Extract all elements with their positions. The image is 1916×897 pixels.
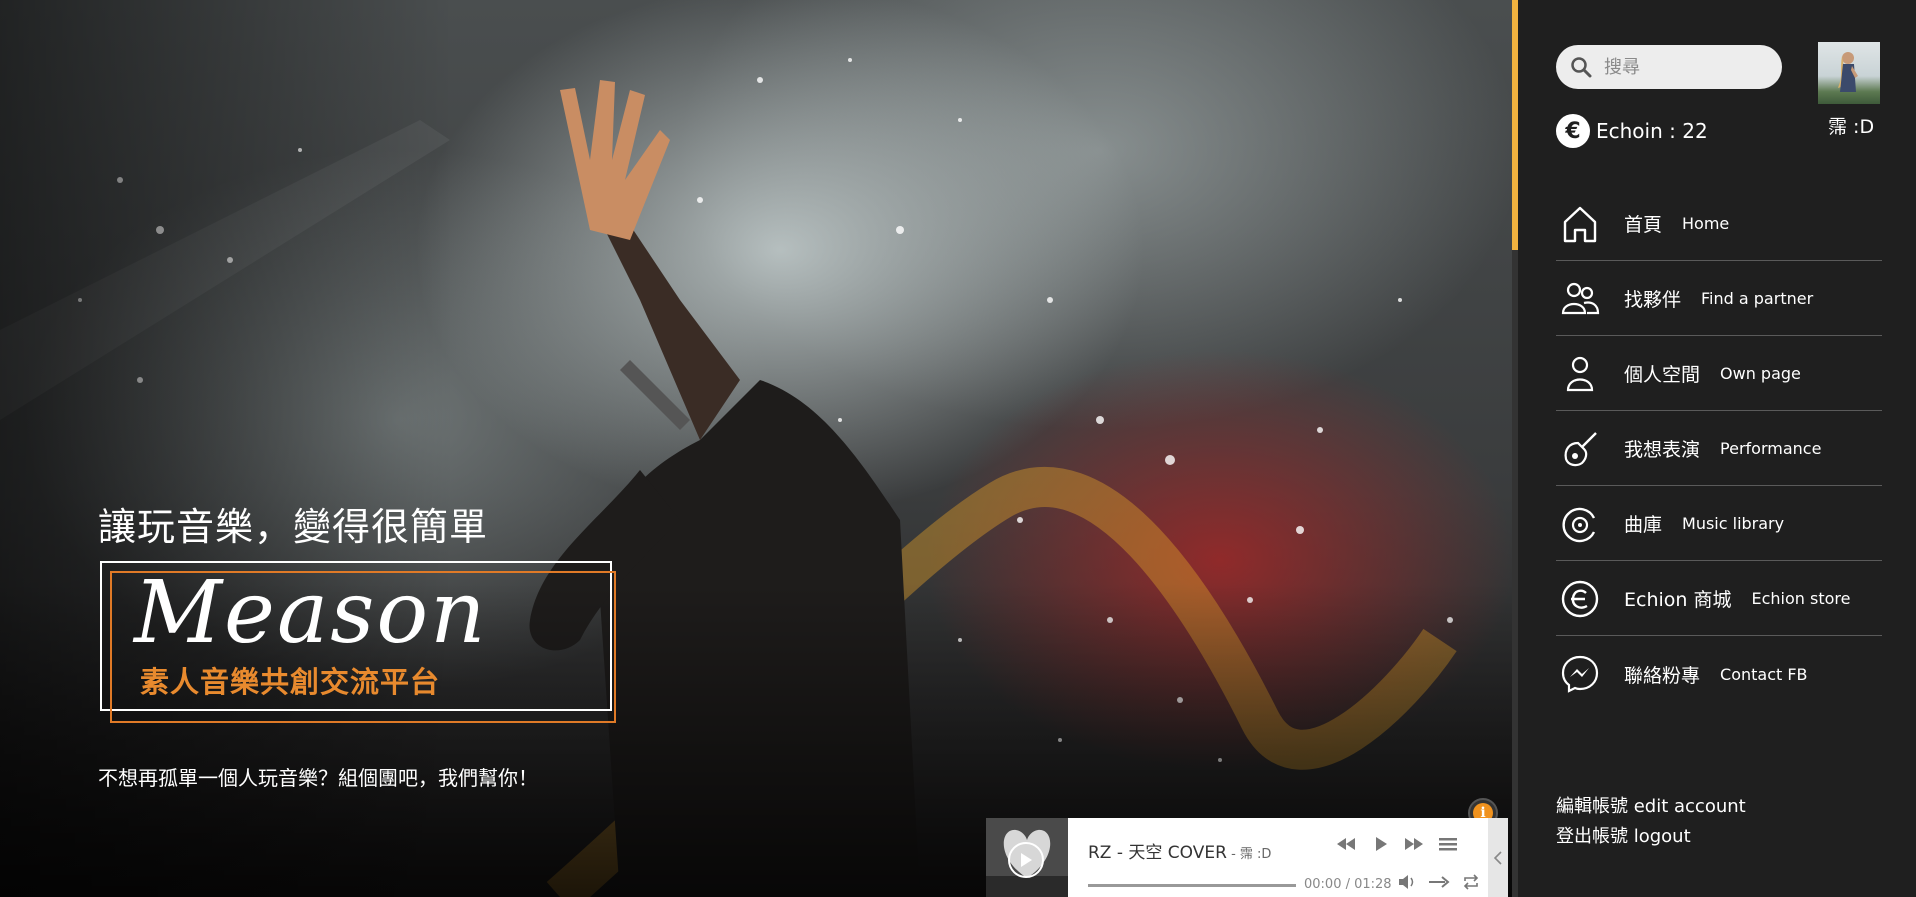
nav-item-home[interactable]: 首頁 Home (1556, 187, 1882, 261)
album-thumbnail[interactable] (986, 818, 1068, 897)
nav-partner-en: Find a partner (1701, 289, 1814, 308)
username[interactable]: 霈 :D (1828, 112, 1874, 139)
nav-store-zh: Echion 商城 (1624, 589, 1732, 611)
nav-item-find-partner[interactable]: 找夥伴 Find a partner (1556, 262, 1882, 336)
home-icon (1558, 202, 1602, 246)
volume-icon[interactable] (1398, 874, 1416, 890)
account-links: 編輯帳號 edit account 登出帳號 logout (1556, 792, 1746, 852)
nav-performance-zh: 我想表演 (1624, 439, 1701, 461)
search-box[interactable] (1556, 45, 1782, 89)
person-icon (1558, 352, 1602, 396)
search-icon[interactable] (1570, 56, 1592, 78)
hero-heading: 讓玩音樂，變得很簡單 (98, 505, 489, 549)
nav-item-own-page[interactable]: 個人空間 Own page (1556, 337, 1882, 411)
sidebar: € Echoin : 22 霈 :D 首頁 Home 找夥伴 Find a pa… (1512, 0, 1916, 897)
echoin-label: Echoin : 22 (1596, 119, 1708, 143)
time-display: 00:00 / 01:28 (1304, 877, 1392, 892)
player-collapse-button[interactable] (1488, 818, 1508, 897)
coin-icon (1558, 577, 1602, 621)
edit-account-link[interactable]: 編輯帳號 edit account (1556, 792, 1746, 822)
logout-link[interactable]: 登出帳號 logout (1556, 822, 1746, 852)
music-player: RZ - 天空 COVER - 霈 :D 00:00 / 01:28 (986, 818, 1508, 897)
echoin-coin-icon: € (1556, 114, 1590, 148)
echoin-balance: € Echoin : 22 (1556, 114, 1708, 148)
progress-bar[interactable] (1088, 884, 1296, 887)
nav-partner-zh: 找夥伴 (1624, 289, 1682, 311)
meason-logo: Meason 素人音樂共創交流平台 (100, 561, 616, 723)
nav-own-en: Own page (1720, 364, 1801, 383)
repeat-icon[interactable] (1462, 874, 1480, 890)
scrollbar-thumb[interactable] (1512, 0, 1518, 250)
avatar[interactable] (1818, 42, 1880, 104)
playlist-icon[interactable] (1438, 836, 1458, 852)
nav-item-contact-fb[interactable]: 聯絡粉專 Contact FB (1556, 637, 1882, 711)
nav-home-zh: 首頁 (1624, 214, 1663, 236)
people-icon (1558, 277, 1602, 321)
nav-item-music-library[interactable]: 曲庫 Music library (1556, 487, 1882, 561)
nav-item-performance[interactable]: 我想表演 Performance (1556, 412, 1882, 486)
song-title: RZ - 天空 COVER - 霈 :D (1088, 838, 1271, 863)
nav-library-zh: 曲庫 (1624, 514, 1663, 536)
previous-icon[interactable] (1336, 836, 1356, 852)
disc-icon (1558, 502, 1602, 546)
hero-banner: 讓玩音樂，變得很簡單 Meason 素人音樂共創交流平台 不想再孤單一個人玩音樂… (0, 0, 1512, 897)
scrollbar-track[interactable] (1512, 250, 1518, 897)
order-icon[interactable] (1428, 874, 1450, 890)
nav-home-en: Home (1682, 214, 1730, 233)
nav-contact-zh: 聯絡粉專 (1624, 664, 1701, 687)
messenger-icon (1558, 652, 1602, 696)
nav-own-zh: 個人空間 (1624, 364, 1701, 386)
thumb-play-button[interactable] (1008, 842, 1044, 878)
logo-word: Meason (134, 563, 488, 663)
nav-contact-en: Contact FB (1720, 664, 1808, 684)
song-title-text: RZ - 天空 COVER (1088, 843, 1227, 863)
search-input[interactable] (1602, 55, 1776, 79)
main-nav: 首頁 Home 找夥伴 Find a partner 個人空間 Own page… (1556, 187, 1882, 712)
nav-library-en: Music library (1682, 514, 1785, 533)
play-icon[interactable] (1370, 836, 1390, 852)
nav-store-en: Echion store (1751, 589, 1851, 608)
guitar-icon (1558, 427, 1602, 471)
hero-tagline: 不想再孤單一個人玩音樂？組個團吧，我們幫你！ (98, 766, 538, 790)
nav-performance-en: Performance (1720, 439, 1822, 458)
chevron-left-icon (1494, 850, 1502, 865)
logo-subtitle: 素人音樂共創交流平台 (140, 665, 441, 699)
play-icon (1021, 853, 1032, 867)
song-artist: - 霈 :D (1226, 847, 1272, 862)
avatar-image (1838, 52, 1858, 92)
next-icon[interactable] (1404, 836, 1424, 852)
nav-item-echion-store[interactable]: Echion 商城 Echion store (1556, 562, 1882, 636)
